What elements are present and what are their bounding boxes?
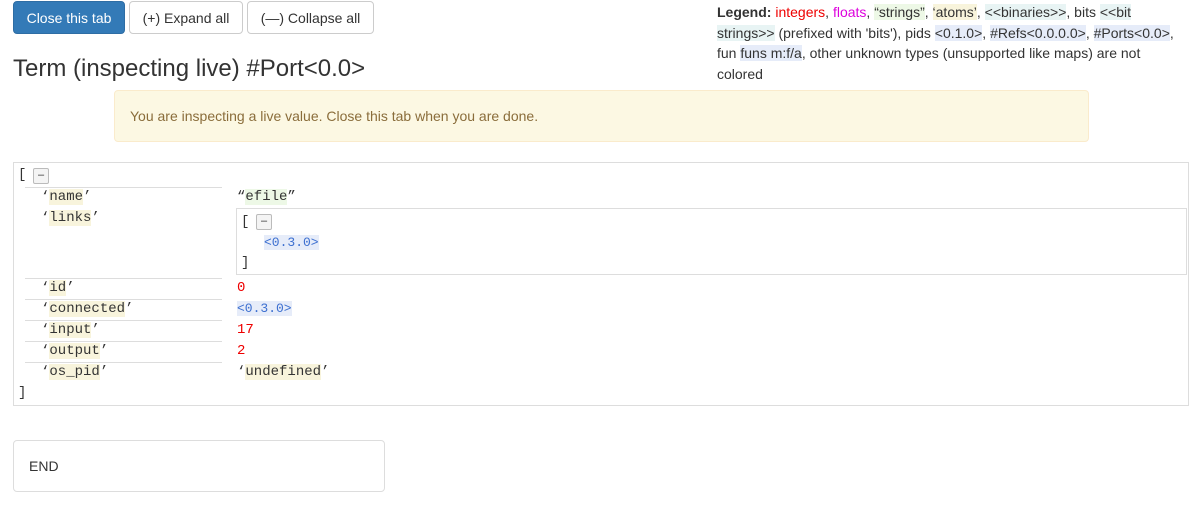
key-text: connected (49, 301, 126, 317)
term-value-name: “efile” (237, 189, 296, 205)
term-value-input: 17 (237, 322, 254, 338)
collapse-all-button[interactable]: (—) Collapse all (247, 1, 374, 34)
legend-sep: , (825, 4, 833, 20)
legend-floats: floats (832, 4, 867, 20)
links-item-pid: <0.3.0> (264, 235, 319, 250)
legend-strings: “strings” (874, 4, 925, 20)
page-title: Term (inspecting live) #Port<0.0> (13, 55, 366, 82)
legend-sep: , (976, 4, 985, 20)
legend-ports: #Ports<0.0> (1093, 24, 1170, 41)
key-text: name (49, 189, 84, 205)
key-divider (25, 341, 222, 342)
legend-sep: , (924, 4, 933, 20)
close-tab-button[interactable]: Close this tab (13, 1, 125, 34)
legend-sep: (prefixed with 'bits'), pids (774, 24, 935, 41)
term-value-connected: <0.3.0> (237, 301, 292, 316)
key-text: links (49, 210, 92, 226)
term-value-os-pid: ‘undefined’ (237, 364, 330, 380)
key-divider (25, 278, 222, 279)
key-text: id (49, 280, 67, 296)
term-view: [ – ‘name’ “efile” ‘links’ [ – <0.3.0> ]… (13, 162, 1189, 406)
term-key-input: ‘input’ (41, 322, 100, 338)
term-key-connected: ‘connected’ (41, 301, 134, 317)
term-value-id: 0 (237, 280, 246, 296)
collapse-toggle-button[interactable]: – (256, 214, 272, 230)
key-text: input (49, 322, 92, 338)
term-key-links: ‘links’ (41, 210, 100, 226)
end-panel: END (13, 440, 385, 492)
collapse-toggle-button[interactable]: – (33, 168, 49, 184)
live-inspection-alert: You are inspecting a live value. Close t… (114, 90, 1089, 142)
legend: Legend: integers, floats, “strings”, ‘at… (717, 2, 1189, 84)
term-close-bracket: ] (18, 385, 27, 401)
key-divider (25, 320, 222, 321)
legend-pid: <0.1.0> (934, 24, 983, 41)
links-list: [ – <0.3.0> ] (236, 208, 1187, 275)
value-text: efile (245, 189, 288, 205)
key-divider (25, 187, 222, 188)
value-text: undefined (245, 364, 322, 380)
term-key-os-pid: ‘os_pid’ (41, 364, 109, 380)
legend-sep: , (1085, 24, 1094, 41)
key-text: os_pid (49, 364, 100, 380)
expand-all-button[interactable]: (+) Expand all (129, 1, 243, 34)
key-divider (25, 362, 222, 363)
term-open-bracket: [ (18, 167, 27, 183)
legend-sep: , (982, 24, 991, 41)
key-text: output (49, 343, 100, 359)
term-key-name: ‘name’ (41, 189, 92, 205)
key-divider (25, 299, 222, 300)
legend-integers: integers (775, 4, 826, 20)
legend-funs: funs m:f/a (740, 45, 802, 61)
list-close-bracket: ] (241, 255, 250, 271)
legend-label: Legend: (717, 4, 772, 20)
term-key-id: ‘id’ (41, 280, 75, 296)
legend-sep: , bits (1066, 4, 1100, 20)
list-open-bracket: [ (241, 214, 250, 230)
legend-refs: #Refs<0.0.0.0> (990, 24, 1086, 41)
term-key-output: ‘output’ (41, 343, 109, 359)
legend-atoms: ‘atoms’ (932, 4, 977, 20)
term-value-output: 2 (237, 343, 246, 359)
legend-binaries: <<binaries>> (984, 4, 1067, 20)
